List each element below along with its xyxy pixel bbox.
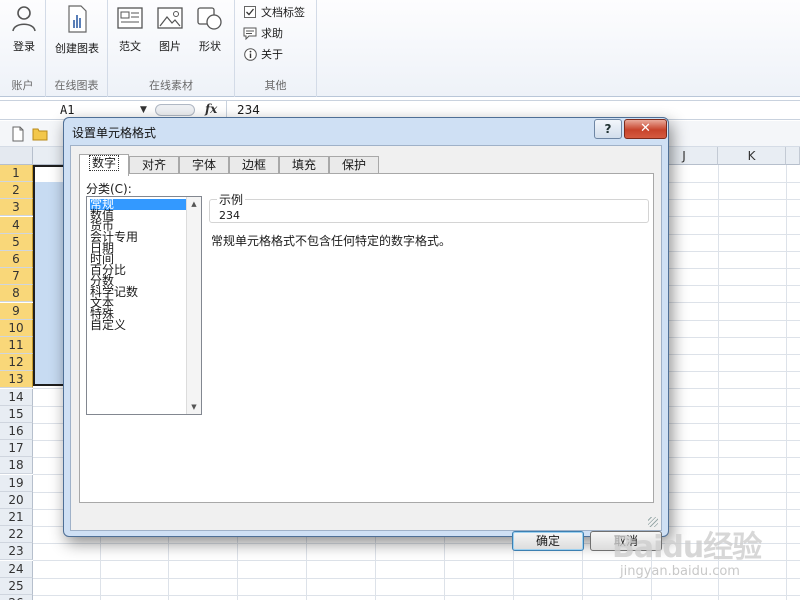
name-box-dropdown-icon[interactable]: ▼ (140, 105, 147, 115)
row-header[interactable]: 26 (0, 595, 33, 600)
column-header[interactable] (786, 147, 800, 165)
dialog-body: 数字 对齐 字体 边框 填充 保护 分类(C): 常规 数值 货币 会计专用 日… (70, 145, 662, 551)
row-header[interactable]: 2 (0, 182, 33, 199)
ribbon-group-other: 文档标签 求助 关于 其他 (235, 0, 317, 97)
sample-value: 234 (219, 209, 240, 222)
tab-font[interactable]: 字体 (179, 156, 229, 174)
shapes-icon (197, 7, 222, 30)
ribbon-group-online-chart: 创建图表 在线图表 (46, 0, 108, 97)
scroll-up-icon[interactable]: ▲ (187, 197, 201, 211)
dialog-help-button[interactable]: ? (594, 119, 622, 139)
login-label: 登录 (13, 40, 35, 53)
dialog-close-button[interactable]: ✕ (624, 119, 667, 139)
doc-tabs-label: 文档标签 (261, 6, 305, 19)
row-header[interactable]: 23 (0, 543, 33, 560)
row-header[interactable]: 21 (0, 509, 33, 526)
shapes-label: 形状 (199, 40, 221, 53)
group-label-other: 其他 (264, 79, 287, 92)
category-scrollbar[interactable]: ▲ ▼ (186, 197, 201, 414)
dialog-title: 设置单元格格式 (72, 126, 157, 140)
doc-tabs-toggle[interactable]: 文档标签 (243, 3, 305, 21)
baidu-watermark: Baidu经验 jingyan.baidu.com (612, 522, 792, 592)
row-header[interactable]: 10 (0, 320, 33, 337)
row-header[interactable]: 19 (0, 475, 33, 492)
ribbon: 登录 账户 创建图表 在线图表 范文 图片 形状 在线素材 文档标签 求助 关于… (0, 0, 800, 97)
watermark-url: jingyan.baidu.com (620, 564, 740, 579)
select-all-corner[interactable] (0, 147, 33, 165)
chart-doc-icon (68, 5, 87, 33)
row-header[interactable]: 22 (0, 526, 33, 543)
row-header[interactable]: 18 (0, 457, 33, 474)
insert-function-icon[interactable]: fx (205, 102, 217, 116)
category-list[interactable]: 常规 数值 货币 会计专用 日期 时间 百分比 分数 科学记数 文本 特殊 自定… (86, 196, 202, 415)
about-button[interactable]: 关于 (243, 45, 283, 63)
tab-number[interactable]: 数字 (79, 154, 129, 176)
tab-alignment[interactable]: 对齐 (129, 156, 179, 174)
chat-icon (243, 26, 257, 40)
row-header[interactable]: 9 (0, 303, 33, 320)
row-header[interactable]: 6 (0, 251, 33, 268)
column-header-k[interactable]: K (718, 147, 786, 165)
formula-bar-slider[interactable] (155, 104, 195, 116)
format-description: 常规单元格格式不包含任何特定的数字格式。 (211, 234, 452, 248)
row-header[interactable]: 13 (0, 371, 33, 388)
row-header[interactable]: 7 (0, 268, 33, 285)
create-chart-button[interactable]: 创建图表 (53, 4, 101, 60)
row-header[interactable]: 1 (0, 165, 33, 182)
ok-button[interactable]: 确定 (512, 531, 584, 551)
category-label: 分类(C): (86, 182, 132, 196)
new-file-icon[interactable] (10, 126, 26, 142)
group-label-account: 账户 (11, 79, 34, 92)
number-tab-panel: 分类(C): 常规 数值 货币 会计专用 日期 时间 百分比 分数 科学记数 文… (79, 173, 654, 503)
about-label: 关于 (261, 48, 283, 61)
row-header[interactable]: 11 (0, 337, 33, 354)
shapes-button[interactable]: 形状 (186, 4, 234, 60)
ribbon-group-account: 登录 账户 (0, 0, 46, 97)
picture-icon (157, 7, 183, 29)
row-header[interactable]: 8 (0, 285, 33, 302)
group-label-online-chart: 在线图表 (54, 79, 99, 92)
scroll-down-icon[interactable]: ▼ (187, 400, 201, 414)
row-header[interactable]: 12 (0, 354, 33, 371)
person-icon (12, 6, 36, 32)
checkbox-icon (243, 5, 257, 19)
tab-border[interactable]: 边框 (229, 156, 279, 174)
row-header[interactable]: 3 (0, 199, 33, 216)
help-request-button[interactable]: 求助 (243, 24, 283, 42)
tab-protection[interactable]: 保护 (329, 156, 379, 174)
sample-box (209, 199, 649, 223)
row-header[interactable]: 16 (0, 423, 33, 440)
template-icon (117, 7, 143, 29)
watermark-text: Baidu经验 (612, 530, 762, 565)
row-header[interactable]: 20 (0, 492, 33, 509)
row-gridline (33, 595, 800, 596)
create-chart-label: 创建图表 (55, 42, 99, 55)
sample-label: 示例 (217, 191, 246, 208)
format-cells-dialog: 设置单元格格式 ? ✕ 数字 对齐 字体 边框 填充 保护 分类(C): 常规 … (63, 117, 669, 551)
row-header[interactable]: 15 (0, 406, 33, 423)
row-header[interactable]: 25 (0, 578, 33, 595)
ribbon-group-online-material: 范文 图片 形状 在线素材 (108, 0, 235, 97)
open-folder-icon[interactable] (32, 126, 48, 142)
row-header[interactable]: 24 (0, 561, 33, 578)
login-button[interactable]: 登录 (0, 4, 48, 60)
row-header[interactable]: 5 (0, 234, 33, 251)
group-label-online-material: 在线素材 (149, 79, 193, 92)
category-item[interactable]: 自定义 (90, 319, 186, 331)
tab-fill[interactable]: 填充 (279, 156, 329, 174)
tab-number-label: 数字 (88, 155, 119, 171)
row-header[interactable]: 4 (0, 217, 33, 234)
info-icon (243, 47, 257, 61)
row-header[interactable]: 17 (0, 440, 33, 457)
help-request-label: 求助 (261, 27, 283, 40)
row-header[interactable]: 14 (0, 389, 33, 406)
